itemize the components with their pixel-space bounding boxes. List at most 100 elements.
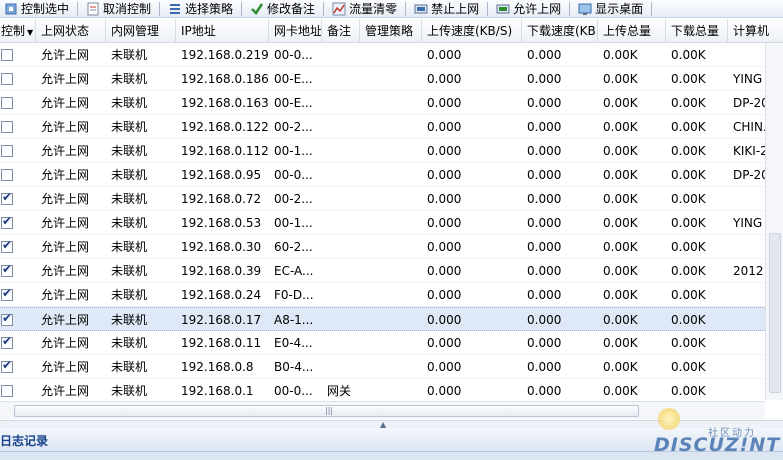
cell-note: 网关 xyxy=(327,384,352,398)
control-checkbox[interactable] xyxy=(1,334,13,349)
cell-host: DP-20 xyxy=(733,96,765,110)
cell-mac: A8-1... xyxy=(274,313,314,327)
cell-upload-speed: 0.000 xyxy=(427,288,462,302)
table-row[interactable]: 允许上网 未联机 192.168.0.95 00-0... 0.000 0.000 0.00… xyxy=(0,163,765,187)
cell-note xyxy=(322,308,360,332)
column-header-download-total[interactable]: 下载总量 xyxy=(666,19,728,43)
allow-internet-button[interactable]: 允许上网 xyxy=(492,0,565,17)
discuz-watermark: 社区动力 DISCUZ!NT xyxy=(652,408,780,460)
cell-mac: 00-E... xyxy=(274,72,313,86)
column-header-mac[interactable]: 网卡地址 xyxy=(269,19,322,43)
control-checkbox[interactable] xyxy=(1,311,13,326)
table-row[interactable]: 允许上网 未联机 192.168.0.1 00-0... 网关 0.000 0.000 0.0… xyxy=(0,379,765,401)
cell-download-speed: 0.000 xyxy=(527,96,562,110)
cell-policy xyxy=(360,283,422,307)
column-header-lan[interactable]: 内网管理 xyxy=(106,19,176,43)
cell-download-speed: 0.000 xyxy=(527,72,562,86)
cell-mac: 00-2... xyxy=(274,192,313,206)
cell-policy xyxy=(360,379,422,401)
cell-host xyxy=(728,379,765,401)
cell-note xyxy=(322,259,360,283)
table-row[interactable]: 允许上网 未联机 192.168.0.30 60-2... 0.000 0.000 0.00… xyxy=(0,235,765,259)
control-checkbox[interactable] xyxy=(1,262,13,277)
column-header-policy[interactable]: 管理策略 xyxy=(360,19,422,43)
show-desktop-button[interactable]: 显示桌面 xyxy=(574,0,647,17)
table-row[interactable]: 允许上网 未联机 192.168.0.122 00-2... 0.000 0.000 0.0… xyxy=(0,115,765,139)
cell-upload-total: 0.00K xyxy=(603,384,638,398)
table-row[interactable]: 允许上网 未联机 192.168.0.24 F0-D... 0.000 0.000 0.00… xyxy=(0,283,765,307)
table-row[interactable]: 允许上网 未联机 192.168.0.8 B0-4... 0.000 0.000 0.00K… xyxy=(0,355,765,379)
cell-host: DP-20 xyxy=(733,168,765,182)
edit-note-label: 修改备注 xyxy=(267,2,316,16)
column-header-ip[interactable]: IP地址 xyxy=(176,19,269,43)
cell-policy xyxy=(360,331,422,355)
column-header-control[interactable]: 控制 ▼ xyxy=(0,19,36,43)
cell-ip: 192.168.0.186 xyxy=(181,72,269,86)
table-row[interactable]: 允许上网 未联机 192.168.0.186 00-E... 0.000 0.000 0.0… xyxy=(0,67,765,91)
select-policy-button[interactable]: 选择策略 xyxy=(164,0,237,17)
control-checkbox[interactable] xyxy=(1,214,13,229)
cell-status: 允许上网 xyxy=(41,384,90,398)
cell-upload-speed: 0.000 xyxy=(427,96,462,110)
horizontal-scroll-thumb[interactable]: ||| xyxy=(14,405,639,417)
cell-upload-total: 0.00K xyxy=(603,168,638,182)
cell-ip: 192.168.0.72 xyxy=(181,192,262,206)
control-checkbox[interactable] xyxy=(1,385,13,397)
control-checkbox[interactable] xyxy=(1,73,13,85)
control-checkbox[interactable] xyxy=(1,286,13,301)
cell-mac: B0-4... xyxy=(274,360,314,374)
table-row[interactable]: 允许上网 未联机 192.168.0.112 00-1... 0.000 0.000 0.0… xyxy=(0,139,765,163)
clear-traffic-button[interactable]: 流量清零 xyxy=(328,0,401,17)
control-checkbox[interactable] xyxy=(1,358,13,373)
block-internet-button[interactable]: 禁止上网 xyxy=(410,0,483,17)
edit-note-button[interactable]: 修改备注 xyxy=(246,0,319,17)
traffic-chart-icon xyxy=(332,2,346,16)
vertical-scrollbar[interactable] xyxy=(765,43,783,400)
control-checkbox[interactable] xyxy=(1,169,13,181)
cell-lan: 未联机 xyxy=(111,72,148,86)
cell-upload-speed: 0.000 xyxy=(427,216,462,230)
cancel-control-button[interactable]: 取消控制 xyxy=(82,0,155,17)
cell-host: CHIN. xyxy=(733,120,765,134)
cell-status: 允许上网 xyxy=(41,336,90,350)
column-header-download-speed[interactable]: 下载速度(KB xyxy=(522,19,598,43)
cell-note xyxy=(322,187,360,211)
cell-ip: 192.168.0.30 xyxy=(181,240,262,254)
cell-status: 允许上网 xyxy=(41,96,90,110)
control-selected-button[interactable]: 控制选中 xyxy=(0,0,73,17)
control-checkbox[interactable] xyxy=(1,145,13,157)
table-row[interactable]: 允许上网 未联机 192.168.0.53 00-1... 0.000 0.000 0.00… xyxy=(0,211,765,235)
control-checkbox[interactable] xyxy=(1,49,13,61)
column-header-status[interactable]: 上网状态 xyxy=(36,19,106,43)
table-row[interactable]: 允许上网 未联机 192.168.0.11 E0-4... 0.000 0.000 0.00… xyxy=(0,331,765,355)
cell-mac: 00-0... xyxy=(274,168,313,182)
cell-host: YING xyxy=(733,216,763,230)
table-row[interactable]: 允许上网 未联机 192.168.0.17 A8-1... 0.000 0.000 0.00… xyxy=(0,307,765,331)
table-row[interactable]: 允许上网 未联机 192.168.0.72 00-2... 0.000 0.000 0.00… xyxy=(0,187,765,211)
watermark-logo-text: DISCUZ!NT xyxy=(654,434,781,456)
horizontal-scrollbar[interactable]: ||| xyxy=(0,401,765,419)
cell-policy xyxy=(360,211,422,235)
cell-download-speed: 0.000 xyxy=(527,168,562,182)
control-checkbox[interactable] xyxy=(1,97,13,109)
column-header-upload-total[interactable]: 上传总量 xyxy=(598,19,666,43)
cell-policy xyxy=(360,259,422,283)
cell-mac: 60-2... xyxy=(274,240,313,254)
table-row[interactable]: 允许上网 未联机 192.168.0.219 00-0... 0.000 0.000 0.0… xyxy=(0,43,765,67)
cell-download-speed: 0.000 xyxy=(527,48,562,62)
vertical-scroll-thumb[interactable] xyxy=(769,233,781,393)
control-checkbox[interactable] xyxy=(1,190,13,205)
table-row[interactable]: 允许上网 未联机 192.168.0.39 EC-A... 0.000 0.000 0.00… xyxy=(0,259,765,283)
control-checkbox[interactable] xyxy=(1,121,13,133)
cell-host xyxy=(728,235,765,259)
table-row[interactable]: 允许上网 未联机 192.168.0.163 00-E... 0.000 0.000 0.0… xyxy=(0,91,765,115)
cell-ip: 192.168.0.39 xyxy=(181,264,262,278)
column-header-host[interactable]: 计算机 xyxy=(728,19,783,43)
control-checkbox[interactable] xyxy=(1,238,13,253)
column-header-note[interactable]: 备注 xyxy=(322,19,360,43)
column-header-upload-speed[interactable]: 上传速度(KB/S) xyxy=(422,19,522,43)
cell-status: 允许上网 xyxy=(41,264,90,278)
cell-mac: 00-0... xyxy=(274,384,313,398)
cell-host: YING xyxy=(733,72,763,86)
cell-policy xyxy=(360,163,422,187)
